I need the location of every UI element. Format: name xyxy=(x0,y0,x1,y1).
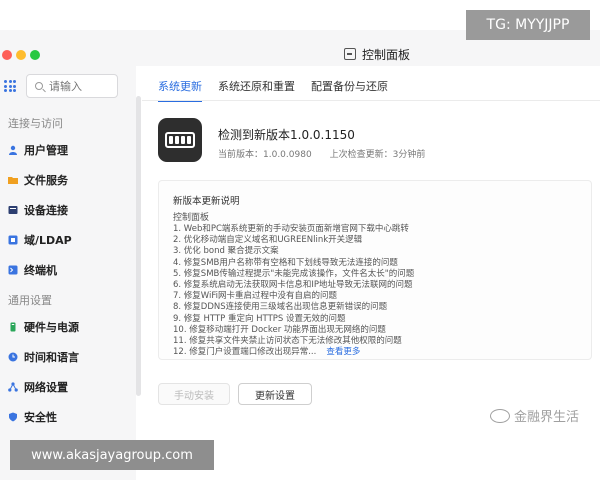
weibo-logo-icon xyxy=(490,408,510,423)
list-item: 11. 修复共享文件夹禁止访问状态下无法修改其他权限的问题 xyxy=(173,336,402,347)
version-info: 当前版本：1.0.0.0980 上次检查更新：3分钟前 xyxy=(218,147,425,160)
control-panel-icon xyxy=(344,48,356,60)
tab-system-update[interactable]: 系统更新 xyxy=(158,78,202,102)
list-item: 7. 修复WiFi网卡重启过程中没有自启的问题 xyxy=(173,291,338,302)
tab-config-backup-restore[interactable]: 配置备份与还原 xyxy=(311,78,388,102)
device-icon xyxy=(8,206,18,214)
tab-divider xyxy=(142,100,600,101)
folder-icon xyxy=(8,177,18,184)
sidebar-item-network[interactable]: 网络设置 xyxy=(8,377,68,397)
list-item: 3. 优化 bond 聚合提示文案 xyxy=(173,246,279,257)
last-check-time: 上次检查更新：3分钟前 xyxy=(329,150,426,160)
sidebar-item-label: 文件服务 xyxy=(24,174,68,187)
maximize-window-button[interactable] xyxy=(30,50,40,60)
sidebar-item-hardware-power[interactable]: 硬件与电源 xyxy=(8,317,79,337)
window-title-text: 控制面板 xyxy=(362,47,411,62)
tab-bar: 系统更新 系统还原和重置 配置备份与还原 xyxy=(158,78,388,102)
group-label-general: 通用设置 xyxy=(8,294,52,307)
sidebar-item-device-connection[interactable]: 设备连接 xyxy=(8,200,68,220)
sidebar-item-domain-ldap[interactable]: 域/LDAP xyxy=(8,230,72,250)
see-more-link[interactable]: 查看更多 xyxy=(326,347,360,357)
update-settings-button[interactable]: 更新设置 xyxy=(238,383,312,405)
shield-icon xyxy=(9,412,17,422)
manual-install-button[interactable]: 手动安装 xyxy=(158,383,230,405)
close-window-button[interactable] xyxy=(2,50,12,60)
list-item: 8. 修复DDNS连接使用三级域名出现信息更新错误的问题 xyxy=(173,302,388,313)
sidebar-item-label: 时间和语言 xyxy=(24,351,79,364)
sidebar-item-label: 用户管理 xyxy=(24,144,68,157)
sidebar-scrollbar[interactable] xyxy=(136,96,141,396)
list-item: 5. 修复SMB传输过程提示"未能完成该操作，文件名太长"的问题 xyxy=(173,268,415,279)
clock-icon xyxy=(8,352,18,362)
current-version: 当前版本：1.0.0.0980 xyxy=(218,150,312,160)
release-notes-subtitle: 控制面板 xyxy=(173,213,210,223)
release-notes-panel: 新版本更新说明 控制面板 1. Web和PC端系统更新的手动安装页面新增官网下载… xyxy=(158,180,592,360)
sidebar-item-label: 硬件与电源 xyxy=(24,321,79,334)
watermark-top-right: TG: MYYJJPP xyxy=(466,10,590,40)
list-item-text: 12. 修复门户设置端口修改出现异常... xyxy=(173,347,317,358)
apps-grid-icon[interactable] xyxy=(4,80,16,92)
sidebar-item-terminal[interactable]: 终端机 xyxy=(8,260,57,280)
tab-system-restore-reset[interactable]: 系统还原和重置 xyxy=(218,78,295,102)
release-notes-list: 1. Web和PC端系统更新的手动安装页面新增官网下载中心跳转 2. 优化移动端… xyxy=(173,224,577,358)
terminal-icon xyxy=(8,265,18,275)
list-item: 10. 修复移动端打开 Docker 功能界面出现无网络的问题 xyxy=(173,324,386,335)
search-box[interactable] xyxy=(26,74,118,98)
list-item: 9. 修复 HTTP 重定向 HTTPS 设置无效的问题 xyxy=(173,313,346,324)
domain-icon xyxy=(8,235,18,245)
minimize-window-button[interactable] xyxy=(16,50,26,60)
sidebar-item-label: 终端机 xyxy=(24,264,57,277)
release-notes-title: 新版本更新说明 xyxy=(173,196,240,207)
sidebar-item-label: 网络设置 xyxy=(24,381,68,394)
list-item: 6. 修复系统启动无法获取网卡信息和IP地址导致无法联网的问题 xyxy=(173,280,413,291)
sidebar-item-label: 设备连接 xyxy=(24,204,68,217)
watermark-bottom-right: 金融界生活 xyxy=(490,406,579,425)
group-label-connection: 连接与访问 xyxy=(8,117,63,130)
watermark-bottom-right-text: 金融界生活 xyxy=(514,410,580,425)
list-item: 12. 修复门户设置端口修改出现异常... 查看更多 xyxy=(173,347,577,358)
network-icon xyxy=(8,382,18,392)
search-icon xyxy=(35,82,43,90)
sidebar-item-security[interactable]: 安全性 xyxy=(8,407,57,427)
window-title: 控制面板 xyxy=(344,45,410,63)
sidebar-item-label: 域/LDAP xyxy=(24,234,72,247)
sidebar-item-time-language[interactable]: 时间和语言 xyxy=(8,347,79,367)
control-panel-app-icon xyxy=(158,118,202,162)
user-icon xyxy=(9,145,17,155)
watermark-bottom-left: www.akasjayagroup.com xyxy=(10,440,214,470)
sidebar-item-file-service[interactable]: 文件服务 xyxy=(8,170,68,190)
sidebar-item-users[interactable]: 用户管理 xyxy=(8,140,68,160)
update-title: 检测到新版本1.0.0.1150 xyxy=(218,128,355,142)
list-item: 1. Web和PC端系统更新的手动安装页面新增官网下载中心跳转 xyxy=(173,224,409,234)
search-input[interactable] xyxy=(49,79,109,93)
hardware-icon xyxy=(10,322,16,332)
list-item: 2. 优化移动端自定义域名和UGREENlink开关逻辑 xyxy=(173,235,363,246)
sidebar-item-label: 安全性 xyxy=(24,411,57,424)
list-item: 4. 修复SMB用户名称带有空格和下划线导致无法连接的问题 xyxy=(173,257,398,268)
